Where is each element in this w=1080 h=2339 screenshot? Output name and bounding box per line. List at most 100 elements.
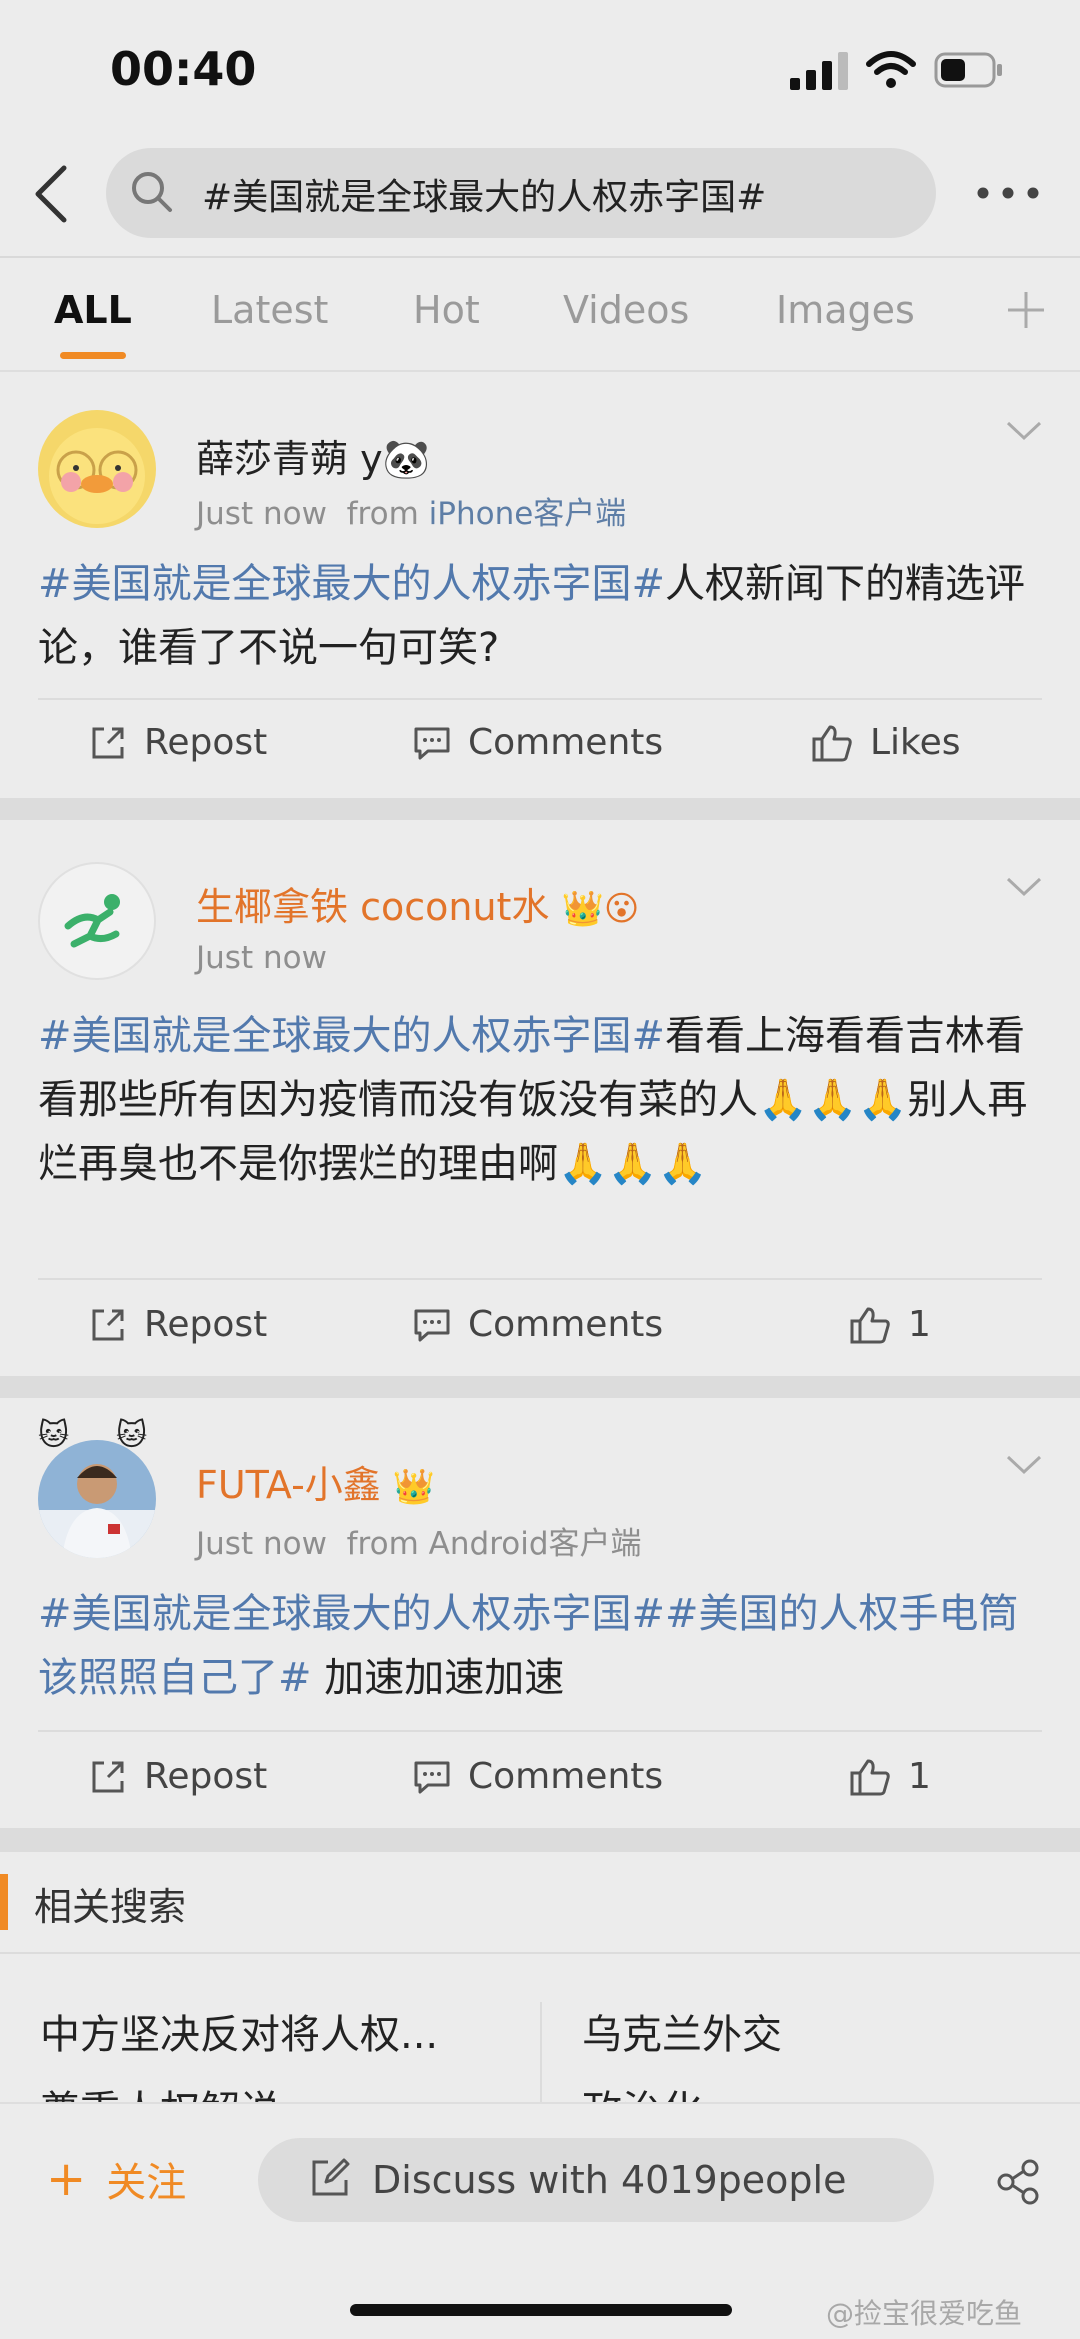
divider <box>38 698 1042 700</box>
more-options-icon[interactable] <box>976 186 1040 200</box>
repost-button[interactable]: Repost <box>88 1304 267 1345</box>
section-gap <box>0 1376 1080 1398</box>
related-item[interactable]: 尊重人权解说 <box>40 2078 280 2102</box>
signal-icon <box>790 52 848 90</box>
back-arrow-icon[interactable] <box>30 162 74 226</box>
tab-bar: ALL Latest Hot Videos Images <box>0 258 1080 372</box>
comment-icon <box>414 1309 450 1341</box>
column-divider <box>540 2002 542 2102</box>
post-card[interactable]: 生椰拿铁 coconut水 👑😮 Just now #美国就是全球最大的人权赤字… <box>0 820 1080 1376</box>
hashtag-link[interactable]: #美国就是全球最大的人权赤字国# <box>38 561 665 607</box>
thumbs-up-icon <box>812 725 852 761</box>
search-query[interactable]: #美国就是全球最大的人权赤字国# <box>202 168 766 220</box>
crown-badge-icon: 👑 <box>561 889 604 929</box>
divider <box>38 1278 1042 1280</box>
tab-videos[interactable]: Videos <box>563 288 689 332</box>
cat-decoration-icon: 🐱 <box>116 1418 148 1453</box>
repost-button[interactable]: Repost <box>88 722 267 763</box>
tab-hot[interactable]: Hot <box>413 288 480 332</box>
like-count: 1 <box>908 1304 931 1345</box>
status-time: 00:40 <box>110 42 257 96</box>
like-button[interactable]: Likes <box>810 722 961 763</box>
avatar[interactable] <box>38 862 156 980</box>
like-count: 1 <box>908 1756 931 1797</box>
related-searches: 相关搜索 中方坚决反对将人权... 乌克兰外交 尊重人权解说 政治化 <box>0 1852 1080 2102</box>
post-text: #美国就是全球最大的人权赤字国#看看上海看看吉林看看那些所有因为疫情而没有饭没有… <box>38 1004 1048 1196</box>
repost-icon <box>92 727 124 758</box>
section-gap <box>0 798 1080 820</box>
thumbs-up-icon <box>850 1759 890 1795</box>
post-card[interactable]: 🐱 🐱 FUTA-小鑫 👑 Just now from Android客户端 #… <box>0 1398 1080 1828</box>
chevron-down-icon[interactable] <box>1004 1452 1044 1478</box>
tab-images[interactable]: Images <box>776 288 915 332</box>
cat-decoration-icon: 🐱 <box>38 1418 70 1453</box>
post-meta: Just now <box>196 940 327 976</box>
comment-icon <box>414 1761 450 1793</box>
home-indicator[interactable] <box>350 2304 732 2316</box>
post-card[interactable]: 薛莎青蒴 y🐼 Just now from iPhone客户端 #美国就是全球最… <box>0 372 1080 798</box>
comments-label: Comments <box>468 722 664 763</box>
chevron-down-icon[interactable] <box>1004 874 1044 900</box>
avatar[interactable] <box>38 410 156 528</box>
username-vip[interactable]: FUTA-小鑫 👑 <box>196 1454 435 1509</box>
discuss-label: Discuss with 4019people <box>372 2158 847 2202</box>
search-icon <box>132 172 172 212</box>
username: 生椰拿铁 coconut水 <box>196 885 550 929</box>
emoji-badge-icon: 😮 <box>603 889 640 929</box>
plus-icon: + <box>46 2151 87 2207</box>
from-label: from <box>346 496 419 532</box>
repost-icon <box>92 1761 124 1792</box>
search-bar[interactable]: #美国就是全球最大的人权赤字国# <box>106 148 936 238</box>
duck-avatar-image <box>38 410 156 528</box>
divider <box>38 1730 1042 1732</box>
chevron-down-icon[interactable] <box>1004 418 1044 444</box>
repost-label: Repost <box>144 1304 268 1345</box>
discuss-button[interactable]: Discuss with 4019people <box>258 2138 934 2222</box>
comments-button[interactable]: Comments <box>412 1304 663 1345</box>
comment-icon <box>414 727 450 759</box>
post-source[interactable]: iPhone客户端 <box>429 496 627 532</box>
from-label: from <box>346 1526 419 1562</box>
post-text: #美国就是全球最大的人权赤字国##美国的人权手电筒该照照自己了# 加速加速加速 <box>38 1582 1048 1710</box>
like-button[interactable]: 1 <box>848 1304 931 1345</box>
post-time: Just now <box>196 1526 327 1562</box>
post-meta: Just now from Android客户端 <box>196 1518 642 1563</box>
post-text: #美国就是全球最大的人权赤字国#人权新闻下的精选评论，谁看了不说一句可笑? <box>38 552 1048 680</box>
follow-button[interactable]: + 关注 <box>46 2150 186 2208</box>
follow-label: 关注 <box>106 2160 187 2206</box>
hashtag-link[interactable]: #美国就是全球最大的人权赤字国# <box>38 1591 665 1637</box>
tab-all[interactable]: ALL <box>54 288 132 332</box>
add-tab-icon[interactable] <box>1004 288 1048 332</box>
username[interactable]: 薛莎青蒴 y🐼 <box>196 428 430 483</box>
post-time: Just now <box>196 940 327 976</box>
username-vip[interactable]: 生椰拿铁 coconut水 👑😮 <box>196 876 639 931</box>
comments-button[interactable]: Comments <box>412 1756 663 1797</box>
wifi-icon <box>866 51 916 88</box>
post-source[interactable]: Android客户端 <box>429 1526 642 1562</box>
post-time: Just now <box>196 496 327 532</box>
watermark: @捡宝很爱吃鱼 <box>826 2297 1023 2330</box>
active-tab-indicator <box>60 352 126 359</box>
related-title: 相关搜索 <box>34 1885 187 1929</box>
related-item[interactable]: 政治化 <box>582 2078 702 2102</box>
bottom-bar: + 关注 Discuss with 4019people @捡宝很爱吃鱼 <box>0 2102 1080 2339</box>
hashtag-link[interactable]: #美国就是全球最大的人权赤字国# <box>38 1013 665 1059</box>
like-button[interactable]: 1 <box>848 1756 931 1797</box>
battery-icon <box>934 52 1002 88</box>
repost-label: Repost <box>144 1756 268 1797</box>
section-gap <box>0 1828 1080 1852</box>
comments-button[interactable]: Comments <box>412 722 663 763</box>
related-item[interactable]: 中方坚决反对将人权... <box>40 2002 438 2060</box>
tab-latest[interactable]: Latest <box>211 288 328 332</box>
share-icon[interactable] <box>994 2158 1042 2206</box>
top-bar: #美国就是全球最大的人权赤字国# <box>0 140 1080 258</box>
divider <box>0 1952 1080 1954</box>
username: FUTA-小鑫 <box>196 1463 381 1507</box>
status-bar: 00:40 <box>0 0 1080 140</box>
likes-label: Likes <box>870 722 961 763</box>
related-item[interactable]: 乌克兰外交 <box>582 2002 782 2060</box>
comments-label: Comments <box>468 1304 664 1345</box>
repost-button[interactable]: Repost <box>88 1756 267 1797</box>
avatar[interactable] <box>38 1440 156 1558</box>
repost-icon <box>92 1309 124 1340</box>
